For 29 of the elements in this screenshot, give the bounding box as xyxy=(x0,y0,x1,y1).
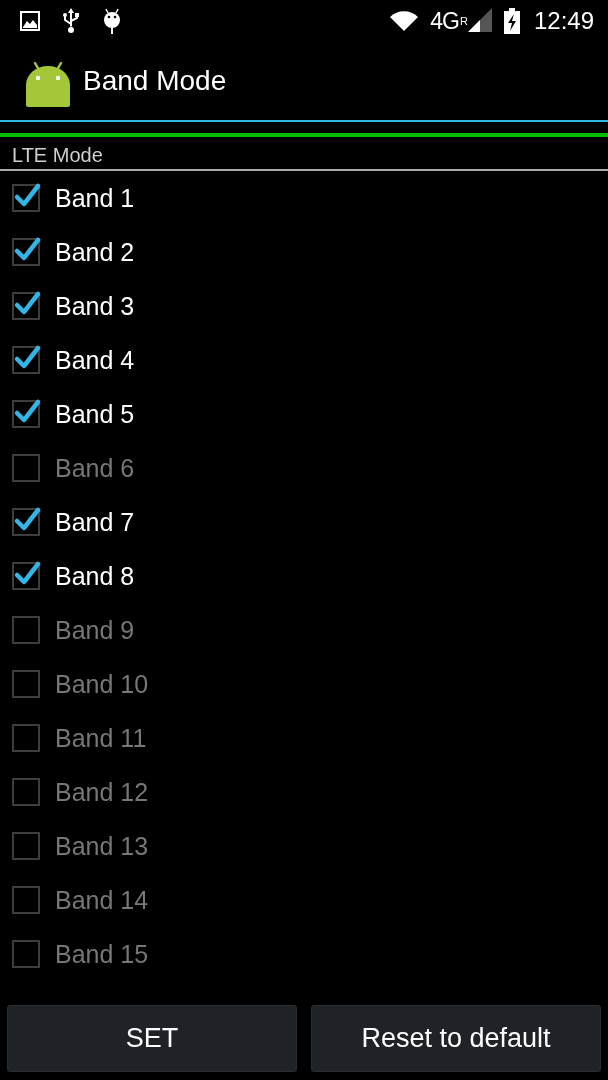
band-label: Band 7 xyxy=(55,507,135,537)
band-label: Band 12 xyxy=(55,777,149,807)
wifi-icon xyxy=(390,11,419,31)
android-robot-icon xyxy=(26,61,70,107)
band-label: Band 4 xyxy=(55,345,135,375)
image-icon xyxy=(20,11,40,31)
band-label: Band 9 xyxy=(55,615,135,645)
signal-icon xyxy=(467,8,492,32)
reset-button[interactable]: Reset to default xyxy=(311,1005,601,1072)
usb-icon xyxy=(62,8,80,34)
screen-title: Band Mode xyxy=(83,65,227,97)
band-label: Band 5 xyxy=(55,399,135,429)
band-label: Band 6 xyxy=(55,453,135,483)
band-label: Band 1 xyxy=(55,183,135,213)
band-label: Band 10 xyxy=(55,669,149,699)
band-label: Band 15 xyxy=(55,939,149,969)
band-label: Band 14 xyxy=(55,885,149,915)
band-label: Band 8 xyxy=(55,561,135,591)
battery-charging-icon xyxy=(503,8,520,34)
band-label: Band 13 xyxy=(55,831,149,861)
network-type-label: 4G xyxy=(430,7,459,35)
bug-icon xyxy=(102,8,122,34)
roaming-indicator: R xyxy=(460,15,468,27)
band-label: Band 11 xyxy=(55,723,147,753)
band-label: Band 2 xyxy=(55,237,135,267)
band-label: Band 3 xyxy=(55,291,135,321)
section-header: LTE Mode xyxy=(0,137,608,171)
clock-time: 12:49 xyxy=(533,7,594,35)
set-button[interactable]: SET xyxy=(7,1005,297,1072)
